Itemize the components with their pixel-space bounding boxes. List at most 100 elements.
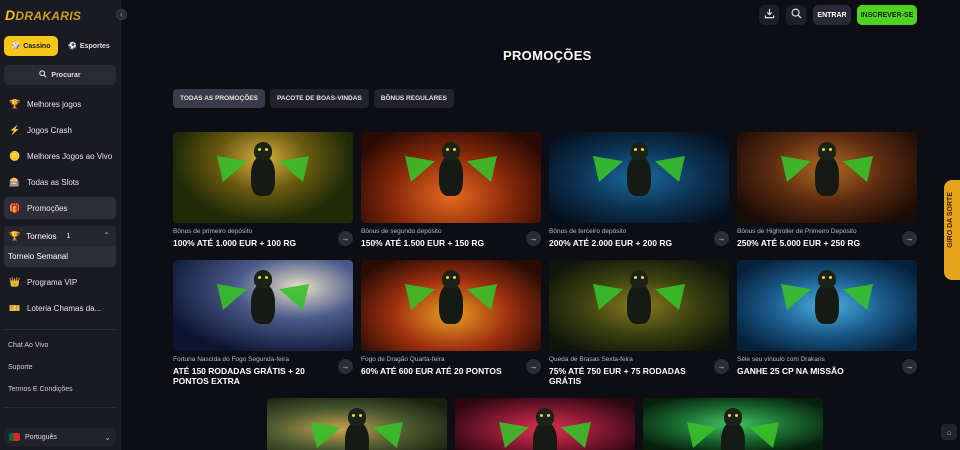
promo-title: 100% ATÉ 1.000 EUR + 100 RG [173,238,297,248]
filter-boas-vindas[interactable]: PACOTE DE BOAS-VINDAS [270,89,369,108]
language-select[interactable]: Português ⌄ [4,428,116,446]
promo-card[interactable]: Queda de Brasas Sexta-feira 75% ATÉ 750 … [549,260,729,386]
tab-cassino[interactable]: 🎲 Cassino [4,36,58,56]
promo-subtitle: Bônus de primeiro depósito [173,228,253,235]
arrow-right-icon[interactable]: → [714,231,729,246]
chevron-left-icon: ‹ [120,10,123,19]
sidebar: DDRAKARIS 🎲 Cassino ⚽ Esportes Procurar … [0,0,121,450]
promo-image [737,260,917,351]
search-icon [791,6,802,24]
flag-portugal-icon [9,433,20,441]
promo-filters: TODAS AS PROMOÇÕES PACOTE DE BOAS-VINDAS… [173,89,454,108]
sidebar-item-torneios[interactable]: 🏆 Torneios 1 ⌃ Torneio Semanal [4,226,116,267]
filter-regulares[interactable]: BÔNUS REGULARES [373,89,454,108]
sidebar-item-label: Promoções [27,203,68,213]
promo-card[interactable] [267,398,447,450]
dragon-illustration [499,408,591,450]
dragon-illustration [593,142,685,204]
download-button[interactable] [759,5,779,25]
mode-tabs: 🎲 Cassino ⚽ Esportes [4,36,116,56]
promo-subtitle: Bônus de Highroller de Primeiro Depósito [737,228,857,235]
dragon-illustration [593,270,685,332]
promo-image [549,132,729,223]
sidebar-item-label: Todas as Slots [27,177,80,187]
logo-text: DRAKARIS [15,9,82,23]
divider [4,329,116,330]
sidebar-item-vip[interactable]: 👑 Programa VIP [4,271,116,293]
sidebar-item-jogos-crash[interactable]: ⚡ Jogos Crash [4,119,116,141]
link-suporte[interactable]: Suporte [8,364,33,371]
arrow-right-icon[interactable]: → [338,359,353,374]
promo-card[interactable]: Sele seu vínculo com Drakaris GANHE 25 C… [737,260,917,376]
dragon-illustration [687,408,779,450]
link-chat[interactable]: Chat Ao Vivo [8,342,48,349]
chevron-up-icon[interactable]: ⌃ [103,231,110,240]
lightning-icon: ⚡ [9,124,21,135]
arrow-right-icon[interactable]: → [526,359,541,374]
login-button[interactable]: ENTRAR [813,5,851,25]
cup-icon: 🏆 [9,230,21,241]
promo-subtitle: Bônus de terceiro depósito [549,228,627,235]
search-label: Procurar [51,71,81,79]
download-icon [764,6,775,24]
chips-icon: 🪙 [9,150,21,161]
signup-button[interactable]: INSCREVER-SE [857,5,917,25]
sidebar-item-slots[interactable]: 🎰 Todas as Slots [4,171,116,193]
search-button[interactable]: Procurar [4,65,116,85]
promo-title: 60% ATÉ 600 EUR ATÉ 20 PONTOS [361,366,502,376]
trophy-icon: 🏆 [9,98,21,109]
sidebar-item-loteria[interactable]: 🎫 Loteria Chamas da... [4,297,116,319]
promo-subtitle: Fortuna Nascida do Fogo Segunda-feira [173,356,289,363]
lucky-spin-label: GIRO DA SORTE [947,192,954,248]
lucky-spin-tab[interactable]: GIRO DA SORTE [944,180,960,280]
promo-title: 150% ATÉ 1.500 EUR + 150 RG [361,238,485,248]
sidebar-subitem-torneio-semanal[interactable]: Torneio Semanal [4,246,116,267]
promo-card[interactable]: Bônus de primeiro depósito 100% ATÉ 1.00… [173,132,353,248]
sidebar-item-label: Jogos Crash [27,125,72,135]
language-label: Português [25,433,57,441]
promo-image [549,260,729,351]
dragon-illustration [781,142,873,204]
scroll-top-button[interactable]: ⌂ [941,424,957,440]
sidebar-item-promocoes[interactable]: 🎁 Promoções [4,197,116,219]
dragon-illustration [217,142,309,204]
promo-subtitle: Queda de Brasas Sexta-feira [549,356,633,363]
search-icon [39,70,47,80]
arrow-right-icon[interactable]: → [338,231,353,246]
sidebar-menu: 🏆 Melhores jogos ⚡ Jogos Crash 🪙 Melhores J… [4,93,116,223]
arrow-right-icon[interactable]: → [714,359,729,374]
arrow-right-icon[interactable]: → [902,359,917,374]
promo-image [361,260,541,351]
brand-logo[interactable]: DDRAKARIS [5,7,81,23]
promo-title: GANHE 25 CP NA MISSÃO [737,366,844,376]
promo-subtitle: Bônus de segundo depósito [361,228,442,235]
promo-card[interactable]: Fogo de Dragão Quarta-feira 60% ATÉ 600 … [361,260,541,376]
torneios-count: 1 [66,232,71,240]
dragon-illustration [217,270,309,332]
promo-image [173,132,353,223]
collapse-sidebar-button[interactable]: ‹ [116,9,127,20]
promo-card[interactable]: Fortuna Nascida do Fogo Segunda-feira AT… [173,260,353,386]
sidebar-item-label: Programa VIP [27,277,78,287]
gift-icon: 🎁 [9,202,21,213]
promo-card[interactable]: Bônus de segundo depósito 150% ATÉ 1.500… [361,132,541,248]
promo-subtitle: Sele seu vínculo com Drakaris [737,356,825,363]
dragon-illustration [405,270,497,332]
tab-esportes[interactable]: ⚽ Esportes [62,36,116,56]
promo-title: 200% ATÉ 2.000 EUR + 200 RG [549,238,673,248]
sidebar-item-ao-vivo[interactable]: 🪙 Melhores Jogos ao Vivo [4,145,116,167]
arrow-right-icon[interactable]: → [526,231,541,246]
arrow-right-icon[interactable]: → [902,231,917,246]
promo-card[interactable]: Bônus de Highroller de Primeiro Depósito… [737,132,917,248]
header-search-button[interactable] [786,5,806,25]
dragon-illustration [311,408,403,450]
promo-image [737,132,917,223]
promo-card[interactable] [643,398,823,450]
sidebar-item-melhores-jogos[interactable]: 🏆 Melhores jogos [4,93,116,115]
filter-todas[interactable]: TODAS AS PROMOÇÕES [173,89,266,108]
tab-esportes-label: Esportes [79,42,110,50]
promo-card[interactable]: Bônus de terceiro depósito 200% ATÉ 2.00… [549,132,729,248]
promo-card[interactable] [455,398,635,450]
link-termos[interactable]: Termos E Condições [8,386,73,393]
tab-cassino-label: Cassino [23,42,51,50]
